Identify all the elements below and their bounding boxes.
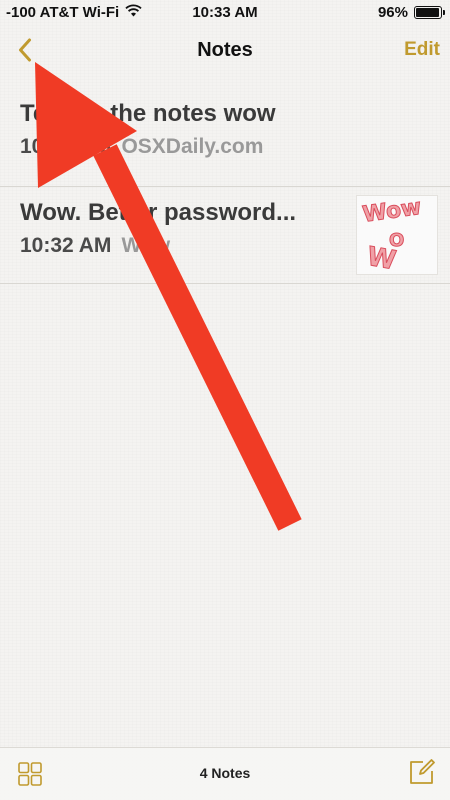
notes-list: Testing the notes wow 10:33 AM OSXDaily.c… (0, 94, 450, 284)
note-preview: Wow (121, 234, 171, 257)
note-meta: 10:32 AM Wow (20, 234, 170, 258)
thumbnail-text: W (365, 242, 398, 274)
note-title: Wow. Better password... (20, 199, 297, 226)
note-time: 10:33 AM (20, 135, 112, 158)
compose-button[interactable] (408, 758, 436, 786)
note-meta: 10:33 AM OSXDaily.com (20, 135, 263, 159)
note-row[interactable]: Testing the notes wow 10:33 AM OSXDaily.c… (0, 94, 450, 186)
notes-count: 4 Notes (199, 765, 251, 781)
thumbnail-text: Wow (361, 196, 423, 228)
edit-button[interactable]: Edit (404, 39, 440, 61)
note-row[interactable]: Wow. Better password... 10:32 AM Wow Wow … (0, 186, 450, 284)
battery-level (416, 8, 439, 17)
battery-icon (414, 6, 445, 19)
compose-icon (410, 759, 435, 784)
note-preview: OSXDaily.com (121, 135, 264, 158)
note-title: Testing the notes wow (20, 100, 276, 127)
note-time: 10:32 AM (20, 234, 112, 257)
page-title: Notes (197, 39, 253, 61)
note-thumbnail: Wow O W (356, 195, 438, 275)
navigation-bar: Notes Edit (0, 26, 450, 74)
battery-percent: 96% (377, 4, 408, 21)
status-bar: -100 AT&T Wi-Fi 10:33 AM 96% (0, 0, 450, 26)
status-right: 96% (377, 4, 445, 21)
bottom-toolbar: 4 Notes (0, 747, 450, 800)
